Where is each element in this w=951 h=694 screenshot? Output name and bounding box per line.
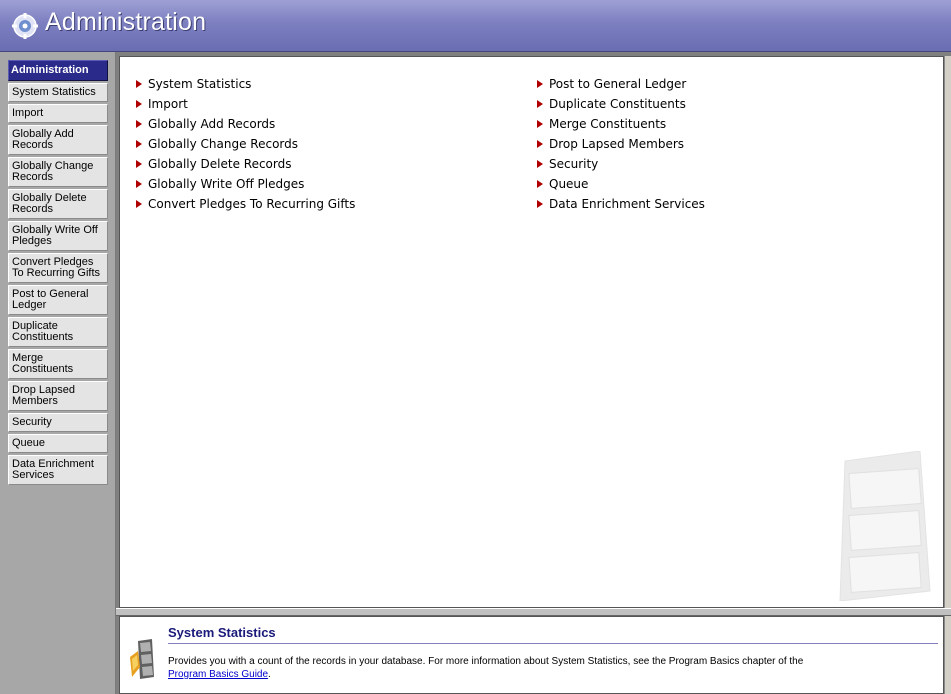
info-description: Provides you with a count of the records…: [168, 655, 938, 681]
program-basics-guide-link[interactable]: Program Basics Guide: [168, 669, 268, 680]
nav-item-globally-add-records[interactable]: Globally Add Records: [8, 125, 108, 155]
info-title: System Statistics: [168, 625, 276, 640]
bullet-arrow-icon: [537, 120, 543, 128]
link-label: Duplicate Constituents: [549, 97, 686, 111]
bullet-arrow-icon: [537, 160, 543, 168]
link-data-enrichment-services[interactable]: Data Enrichment Services: [537, 198, 705, 210]
bullet-arrow-icon: [136, 160, 142, 168]
link-drop-lapsed-members[interactable]: Drop Lapsed Members: [537, 138, 705, 150]
nav-item-globally-write-off-pledges[interactable]: Globally Write Off Pledges: [8, 221, 108, 251]
bullet-arrow-icon: [136, 140, 142, 148]
title-bar: Administration: [0, 0, 951, 52]
info-pane: System Statistics Provides you with a co…: [119, 616, 944, 694]
link-label: Drop Lapsed Members: [549, 137, 685, 151]
link-globally-add-records[interactable]: Globally Add Records: [136, 118, 355, 130]
nav-item-security[interactable]: Security: [8, 413, 108, 432]
link-globally-write-off-pledges[interactable]: Globally Write Off Pledges: [136, 178, 355, 190]
bullet-arrow-icon: [537, 200, 543, 208]
link-import[interactable]: Import: [136, 98, 355, 110]
link-label: Data Enrichment Services: [549, 197, 705, 211]
window-title: Administration: [45, 8, 207, 36]
link-system-statistics[interactable]: System Statistics: [136, 78, 355, 90]
link-queue[interactable]: Queue: [537, 178, 705, 190]
bullet-arrow-icon: [537, 80, 543, 88]
bullet-arrow-icon: [136, 80, 142, 88]
nav-item-post-to-general-ledger[interactable]: Post to General Ledger: [8, 285, 108, 315]
bullet-arrow-icon: [537, 180, 543, 188]
nav-item-globally-change-records[interactable]: Globally Change Records: [8, 157, 108, 187]
nav-list: Administration System Statistics Import Glo…: [8, 60, 108, 487]
nav-item-system-statistics[interactable]: System Statistics: [8, 83, 108, 102]
main-scrollbar[interactable]: [944, 56, 951, 608]
info-text: Provides you with a count of the records…: [168, 656, 804, 667]
link-label: Globally Delete Records: [148, 157, 292, 171]
gear-icon: [12, 13, 38, 39]
link-duplicate-constituents[interactable]: Duplicate Constituents: [537, 98, 705, 110]
links-column-left: System Statistics Import Globally Add Reco…: [136, 78, 355, 218]
file-cabinet-watermark-icon: [839, 451, 931, 601]
link-label: Convert Pledges To Recurring Gifts: [148, 197, 356, 211]
nav-item-administration[interactable]: Administration: [8, 60, 108, 81]
nav-item-duplicate-constituents[interactable]: Duplicate Constituents: [8, 317, 108, 347]
links-column-right: Post to General Ledger Duplicate Constitu…: [537, 78, 705, 218]
navigation-pane: Administration System Statistics Import Glo…: [0, 52, 116, 694]
nav-item-import[interactable]: Import: [8, 104, 108, 123]
main-content: System Statistics Import Globally Add Reco…: [119, 56, 944, 608]
nav-item-globally-delete-records[interactable]: Globally Delete Records: [8, 189, 108, 219]
link-label: Globally Change Records: [148, 137, 298, 151]
info-scrollbar[interactable]: [944, 616, 951, 694]
nav-item-drop-lapsed-members[interactable]: Drop Lapsed Members: [8, 381, 108, 411]
link-post-to-general-ledger[interactable]: Post to General Ledger: [537, 78, 705, 90]
link-label: Globally Add Records: [148, 117, 276, 131]
bullet-arrow-icon: [136, 100, 142, 108]
nav-item-merge-constituents[interactable]: Merge Constituents: [8, 349, 108, 379]
nav-item-data-enrichment-services[interactable]: Data Enrichment Services: [8, 455, 108, 485]
link-label: Post to General Ledger: [549, 77, 687, 91]
link-label: Globally Write Off Pledges: [148, 177, 305, 191]
file-cabinet-icon: [130, 639, 154, 679]
link-label: Merge Constituents: [549, 117, 667, 131]
link-label: System Statistics: [148, 77, 252, 91]
nav-item-queue[interactable]: Queue: [8, 434, 108, 453]
link-convert-pledges-to-recurring-gifts[interactable]: Convert Pledges To Recurring Gifts: [136, 198, 355, 210]
link-label: Security: [549, 157, 599, 171]
bullet-arrow-icon: [537, 100, 543, 108]
info-link-suffix: .: [268, 669, 271, 680]
link-security[interactable]: Security: [537, 158, 705, 170]
bullet-arrow-icon: [136, 200, 142, 208]
pane-splitter[interactable]: [116, 608, 951, 616]
link-globally-delete-records[interactable]: Globally Delete Records: [136, 158, 355, 170]
nav-item-convert-pledges-to-recurring-gifts[interactable]: Convert Pledges To Recurring Gifts: [8, 253, 108, 283]
bullet-arrow-icon: [537, 140, 543, 148]
info-divider: [168, 643, 938, 644]
bullet-arrow-icon: [136, 180, 142, 188]
bullet-arrow-icon: [136, 120, 142, 128]
link-merge-constituents[interactable]: Merge Constituents: [537, 118, 705, 130]
link-label: Import: [148, 97, 188, 111]
link-label: Queue: [549, 177, 589, 191]
link-globally-change-records[interactable]: Globally Change Records: [136, 138, 355, 150]
